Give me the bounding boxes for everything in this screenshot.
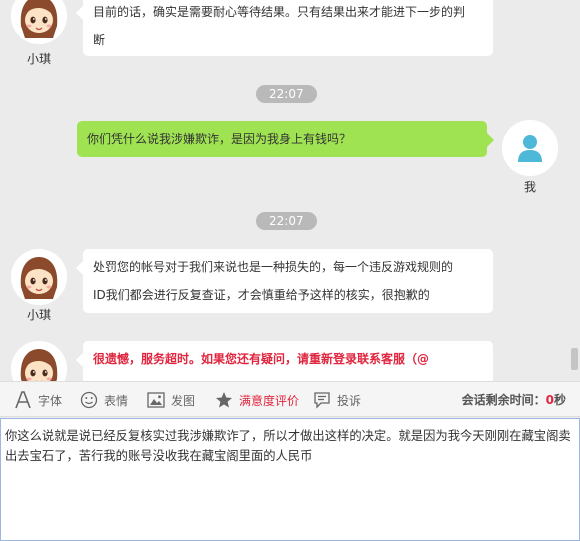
font-icon — [15, 391, 31, 409]
timer-label: 会话剩余时间： — [461, 393, 546, 407]
timestamp: 22:07 — [256, 85, 317, 103]
bubble-tail — [76, 6, 83, 20]
timestamp: 22:07 — [256, 212, 317, 230]
timer-value: 0 — [545, 393, 554, 407]
emoji-label: 表情 — [104, 393, 129, 408]
timeout-warning: 很遗憾，服务超时。如果您还有疑问，请重新登录联系客服（@ — [93, 352, 430, 366]
my-message: 你们凭什么说我涉嫌欺诈，是因为我身上有钱吗？ — [77, 121, 494, 157]
message-input[interactable]: 你这么说就是说已经反复核实过我涉嫌欺诈了，所以才做出这样的决定。就是因为我今天刚… — [0, 418, 580, 541]
scrollbar[interactable] — [570, 0, 578, 381]
agent-name: 小琪 — [26, 308, 51, 322]
girl-avatar-icon — [11, 341, 67, 381]
toolbar: 字体 表情 发图 满意度评价 投诉 会话剩余时间：0秒 — [0, 381, 580, 417]
agent-avatar — [11, 341, 67, 381]
session-timer: 会话剩余时间：0秒 — [462, 382, 566, 418]
timer-unit: 秒 — [553, 393, 566, 407]
message-line: 目前的话，确实是需要耐心等待结果。只有结果出来才能进下一步的判 — [93, 5, 466, 19]
bubble-tail — [487, 133, 494, 147]
user-avatar — [502, 120, 558, 176]
image-button[interactable]: 发图 — [147, 382, 195, 418]
message-line: 断 — [93, 33, 106, 47]
agent-message: 处罚您的帐号对于我们来说也是一种损失的，每一个违反游戏规则的 ID我们都会进行反… — [76, 249, 493, 313]
emoji-button[interactable]: 表情 — [80, 382, 128, 418]
font-button[interactable]: 字体 — [14, 382, 62, 418]
font-label: 字体 — [38, 393, 63, 408]
star-icon — [216, 392, 232, 408]
complaint-icon — [314, 392, 330, 409]
message-line: 处罚您的帐号对于我们来说也是一种损失的，每一个违反游戏规则的 — [93, 260, 454, 274]
rating-button[interactable]: 满意度评价 — [215, 382, 299, 418]
complaint-label: 投诉 — [337, 393, 362, 408]
agent-name: 小琪 — [26, 52, 51, 66]
message-line: 你们凭什么说我涉嫌欺诈，是因为我身上有钱吗？ — [87, 132, 352, 146]
agent-avatar — [11, 0, 67, 44]
image-icon — [147, 392, 165, 408]
user-name: 我 — [523, 180, 536, 194]
user-avatar-icon — [502, 120, 558, 176]
scroll-thumb[interactable] — [571, 348, 578, 370]
bubble-tail — [76, 353, 83, 367]
girl-avatar-icon — [11, 0, 67, 44]
emoji-icon — [80, 391, 98, 409]
complaint-button[interactable]: 投诉 — [313, 382, 361, 418]
girl-avatar-icon — [11, 249, 67, 305]
bubble-tail — [76, 261, 83, 275]
agent-avatar — [11, 249, 67, 305]
image-label: 发图 — [171, 393, 196, 408]
rating-label: 满意度评价 — [239, 393, 300, 408]
message-line: ID我们都会进行反复查证，才会慎重给予这样的核实，很抱歉的 — [93, 288, 430, 302]
agent-message: 很遗憾，服务超时。如果您还有疑问，请重新登录联系客服（@ — [76, 341, 493, 381]
chat-area[interactable]: 小琪 目前的话，确实是需要耐心等待结果。只有结果出来才能进下一步的判 断 22:… — [0, 0, 580, 381]
agent-message: 目前的话，确实是需要耐心等待结果。只有结果出来才能进下一步的判 断 — [76, 0, 493, 56]
